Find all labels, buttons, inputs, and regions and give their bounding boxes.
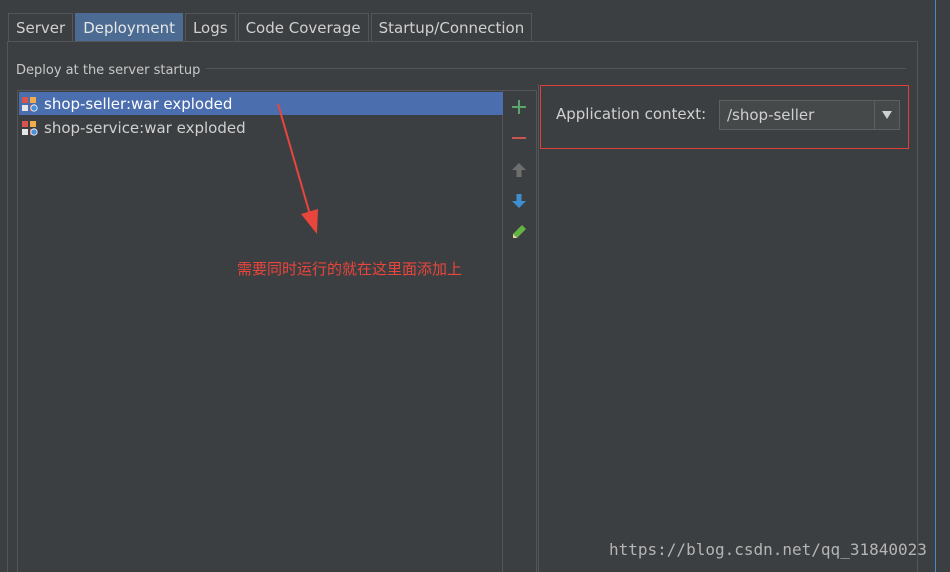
war-exploded-icon [22,121,38,136]
tab-deployment[interactable]: Deployment [75,13,183,42]
dropdown-button[interactable] [874,101,899,129]
remove-artifact-button[interactable] [510,129,528,147]
edit-artifact-button[interactable] [510,223,528,241]
artifact-settings [538,84,919,572]
chevron-down-icon [882,111,892,119]
list-item-shop-service[interactable]: shop-service:war exploded [19,116,503,139]
tab-logs[interactable]: Logs [184,13,236,42]
artifact-toolbar [503,90,537,572]
move-up-button[interactable] [510,161,528,179]
move-down-button[interactable] [510,192,528,210]
add-artifact-button[interactable] [510,98,528,116]
war-exploded-icon [22,97,38,112]
application-context-combo[interactable]: /shop-seller [719,100,900,130]
tab-server[interactable]: Server [8,13,74,42]
plus-icon [512,100,526,114]
annotation-text: 需要同时运行的就在这里面添加上 [237,260,463,278]
pencil-icon [513,225,526,238]
section-divider [206,68,906,69]
section-title: Deploy at the server startup [16,63,201,78]
tab-strip: Server Deployment Logs Code Coverage Sta… [8,13,534,42]
minus-icon [512,137,526,139]
tab-code-coverage[interactable]: Code Coverage [237,13,369,42]
window-edge [935,0,950,572]
arrow-up-icon [512,163,526,177]
run-configuration-dialog: Server Deployment Logs Code Coverage Sta… [0,0,950,572]
list-item-shop-seller[interactable]: shop-seller:war exploded [19,92,503,115]
watermark: https://blog.csdn.net/qq_31840023 [609,540,927,559]
artifact-label: shop-service:war exploded [44,118,246,137]
artifact-list[interactable]: shop-seller:war exploded shop-service:wa… [17,90,503,572]
artifact-label: shop-seller:war exploded [44,94,233,113]
deployment-panel: Deploy at the server startup shop-seller… [7,41,918,572]
arrow-down-icon [512,194,526,208]
tab-startup-connection[interactable]: Startup/Connection [370,13,533,42]
application-context-value[interactable]: /shop-seller [720,101,874,129]
application-context-label: Application context: [556,105,707,123]
